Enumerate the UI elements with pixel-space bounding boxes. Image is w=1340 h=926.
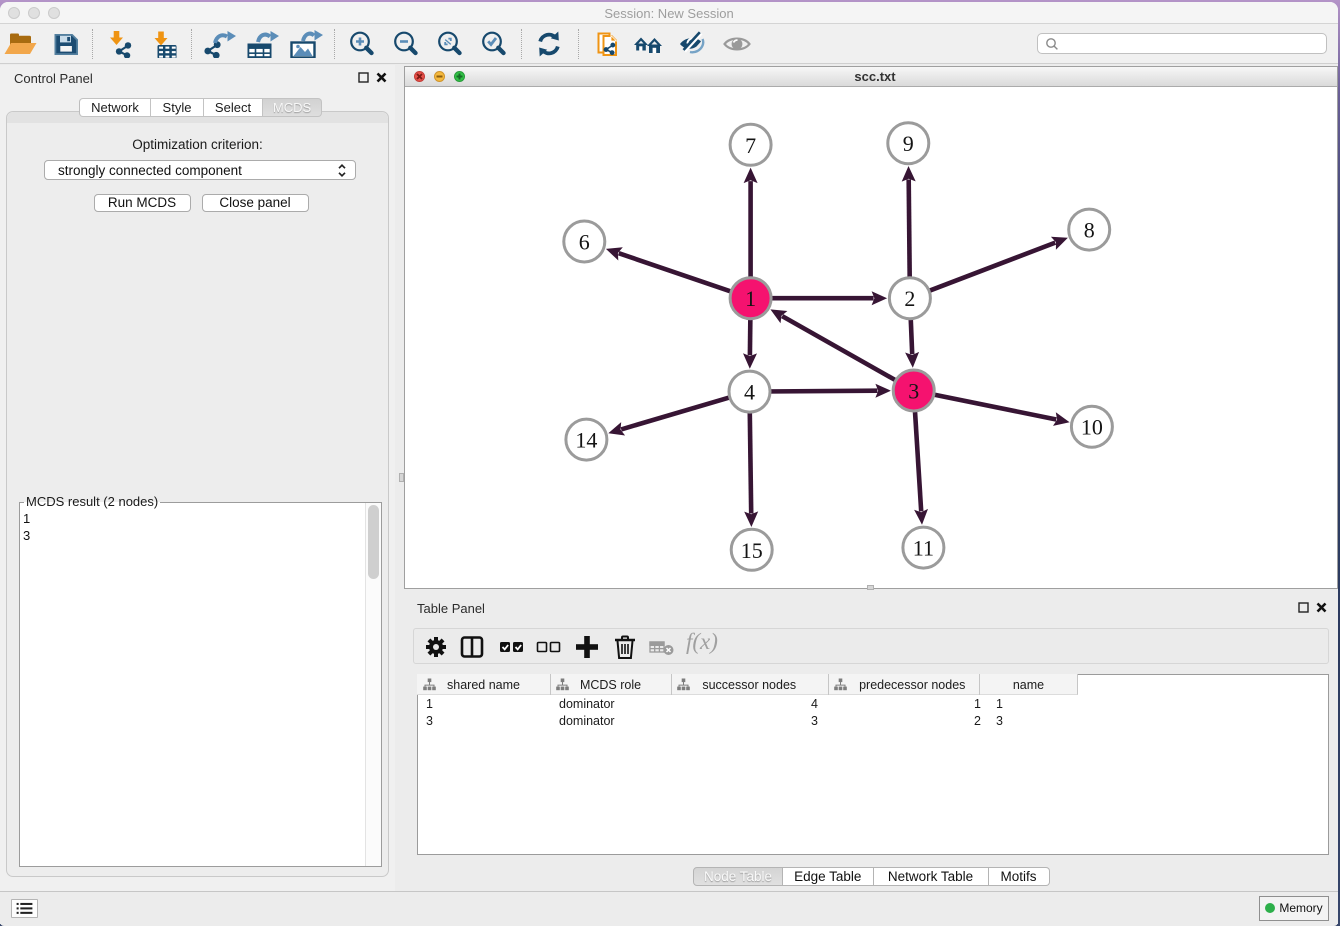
svg-text:10: 10 <box>1081 415 1103 440</box>
svg-text:1: 1 <box>745 286 756 311</box>
svg-text:7: 7 <box>745 133 756 158</box>
svg-text:11: 11 <box>913 536 934 561</box>
svg-text:8: 8 <box>1084 218 1095 243</box>
svg-text:15: 15 <box>741 538 763 563</box>
svg-text:3: 3 <box>908 379 919 404</box>
svg-text:9: 9 <box>903 131 914 156</box>
svg-text:2: 2 <box>904 286 915 311</box>
svg-text:6: 6 <box>579 230 590 255</box>
svg-text:4: 4 <box>744 380 755 405</box>
svg-text:14: 14 <box>575 428 597 453</box>
